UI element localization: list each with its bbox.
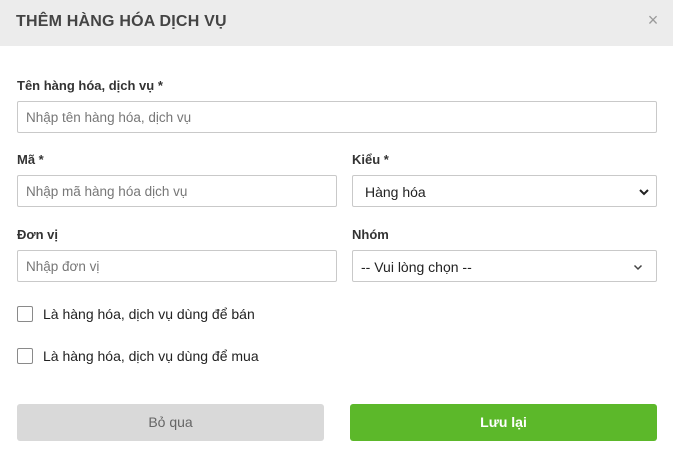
for-purchase-label[interactable]: Là hàng hóa, dịch vụ dùng để mua	[43, 348, 259, 364]
unit-input[interactable]	[17, 250, 337, 282]
type-select-value: Hàng hóa	[365, 184, 426, 200]
name-input[interactable]	[17, 101, 657, 133]
unit-label: Đơn vị	[17, 227, 59, 242]
code-label: Mã *	[17, 152, 44, 167]
for-sale-checkbox[interactable]	[17, 306, 33, 322]
close-icon[interactable]: ×	[645, 11, 661, 29]
group-select[interactable]: -- Vui lòng chọn --	[352, 250, 657, 282]
dialog-title: THÊM HÀNG HÓA DỊCH VỤ	[16, 13, 227, 30]
group-label: Nhóm	[352, 227, 389, 242]
name-label: Tên hàng hóa, dịch vụ *	[17, 78, 163, 93]
type-select[interactable]: Hàng hóa	[352, 175, 657, 207]
code-input[interactable]	[17, 175, 337, 207]
group-select-value: -- Vui lòng chọn --	[361, 259, 472, 275]
type-label: Kiểu *	[352, 152, 389, 167]
chevron-down-icon	[639, 189, 649, 196]
chevron-down-icon	[633, 264, 643, 271]
cancel-button[interactable]: Bỏ qua	[17, 404, 324, 441]
save-button[interactable]: Lưu lại	[350, 404, 657, 441]
for-purchase-checkbox[interactable]	[17, 348, 33, 364]
dialog-header: THÊM HÀNG HÓA DỊCH VỤ ×	[0, 0, 673, 46]
for-sale-label[interactable]: Là hàng hóa, dịch vụ dùng để bán	[43, 306, 255, 322]
